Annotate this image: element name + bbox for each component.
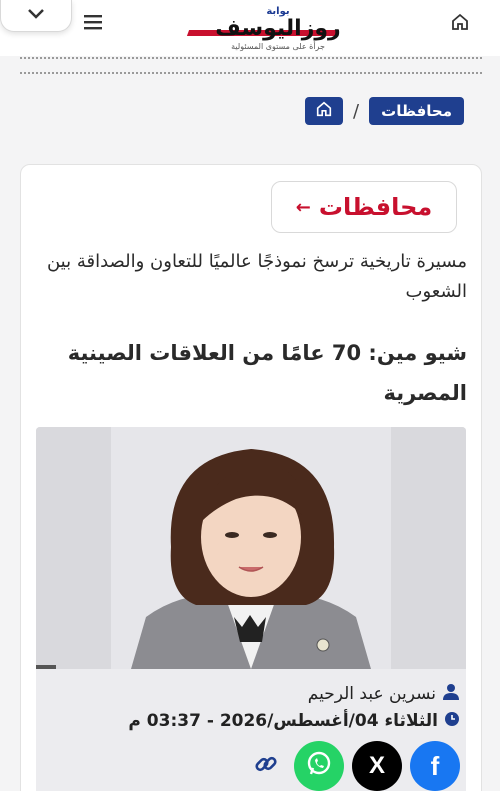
article-title: شيو مين: 70 عامًا من العلاقات الصينية ال… (67, 341, 467, 405)
logo-main-text: روزاليوسف (215, 16, 341, 41)
logo-tagline: جرأة على مستوى المسئولية (231, 42, 325, 51)
category-button[interactable]: محافظات ← (271, 181, 457, 233)
datetime-row: الثلاثاء 04/أغسطس/2026 - 03:37 م (128, 711, 460, 731)
user-icon (442, 683, 460, 705)
author-row: نسرين عبد الرحيم (308, 683, 460, 705)
article-meta: نسرين عبد الرحيم الثلاثاء 04/أغسطس/2026 … (36, 669, 466, 791)
home-icon[interactable] (450, 12, 470, 32)
category-label: محافظات (318, 193, 433, 221)
article-photo[interactable] (36, 427, 466, 669)
breadcrumb-separator: / (353, 100, 360, 122)
share-bar: f X (246, 741, 460, 791)
x-icon: X (368, 752, 385, 779)
facebook-share-button[interactable]: f (410, 741, 460, 791)
site-logo[interactable]: بوابة روزاليوسف جرأة على مستوى المسئولية (178, 2, 378, 54)
home-icon (315, 100, 333, 122)
article-subtitle: مسيرة تاريخية ترسخ نموذجًا عالميًا للتعا… (46, 251, 467, 302)
link-icon (253, 751, 279, 781)
divider-line (20, 72, 482, 74)
breadcrumb-home-button[interactable] (305, 97, 344, 125)
portrait-illustration (36, 427, 466, 669)
divider-line (20, 57, 482, 59)
breadcrumb-section-link[interactable]: محافظات (369, 97, 464, 125)
article-card: محافظات ← مسيرة تاريخية ترسخ نموذجًا عال… (20, 164, 482, 791)
author-name[interactable]: نسرين عبد الرحيم (308, 684, 436, 704)
clock-icon (444, 711, 460, 731)
whatsapp-share-button[interactable] (294, 741, 344, 791)
publish-datetime: الثلاثاء 04/أغسطس/2026 - 03:37 م (128, 711, 438, 731)
collapse-tab[interactable] (0, 0, 72, 32)
arrow-left-icon: ← (295, 196, 311, 218)
whatsapp-icon (305, 750, 333, 782)
breadcrumb: / محافظات (305, 97, 464, 125)
chevron-down-icon (26, 6, 46, 25)
x-share-button[interactable]: X (352, 741, 402, 791)
site-header: بوابة روزاليوسف جرأة على مستوى المسئولية (0, 0, 500, 56)
copy-link-button[interactable] (246, 746, 286, 786)
menu-icon[interactable] (82, 12, 104, 32)
facebook-icon: f (430, 750, 440, 781)
